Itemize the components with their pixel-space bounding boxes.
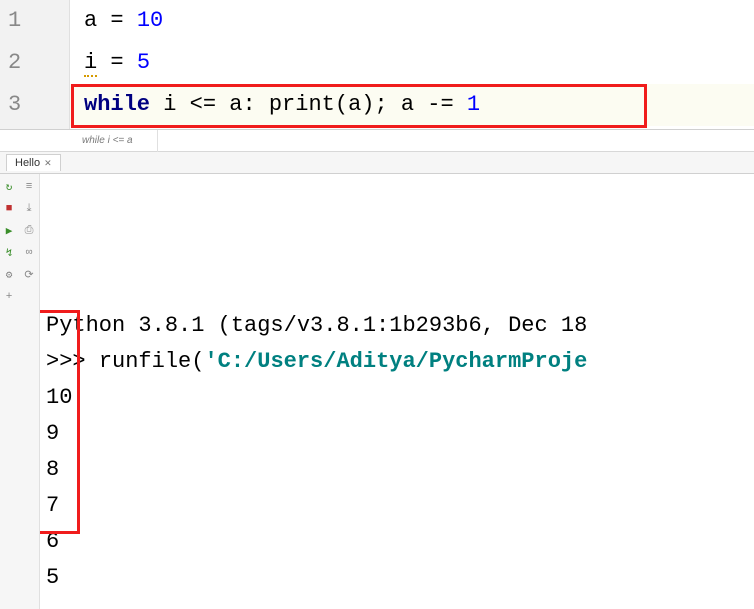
console-command: >>> runfile('C:/Users/Aditya/PycharmProj… [46,344,754,380]
console-output-line: 6 [46,524,754,560]
history-icon[interactable]: ⟳ [20,266,38,284]
code-line[interactable]: a = 10 [70,0,754,42]
close-icon[interactable]: ✕ [44,158,52,169]
code-area[interactable]: a = 10i = 5while i <= a: print(a); a -= … [70,0,754,129]
breadcrumb[interactable]: while i <= a [82,130,158,152]
code-line[interactable]: while i <= a: print(a); a -= 1 [70,84,754,126]
console-output-line: 9 [46,416,754,452]
add-icon[interactable]: + [0,288,18,306]
console-output-line: 8 [46,452,754,488]
line-number: 1 [8,0,69,42]
code-editor[interactable]: 123 a = 10i = 5while i <= a: print(a); a… [0,0,754,130]
console-output[interactable]: Python 3.8.1 (tags/v3.8.1:1b293b6, Dec 1… [40,174,754,609]
scroll-to-end-icon[interactable]: ⤓ [20,200,38,218]
line-number: 2 [8,42,69,84]
code-line[interactable]: i = 5 [70,42,754,84]
console-output-line: 5 [46,560,754,596]
console-output-line: 7 [46,488,754,524]
tab-label: Hello [15,157,40,169]
line-number-gutter: 123 [0,0,70,129]
console-toolbar: ↻≡■⤓▶⎙↯∞⚙⟳+ [0,174,40,609]
breadcrumb-bar: while i <= a [0,130,754,152]
attach-icon[interactable]: ↯ [0,244,18,262]
show-vars-icon[interactable]: ∞ [20,244,38,262]
console-panel: ↻≡■⤓▶⎙↯∞⚙⟳+ Python 3.8.1 (tags/v3.8.1:1b… [0,174,754,609]
rerun-icon[interactable]: ↻ [0,178,18,196]
toggle-soft-wrap-icon[interactable]: ≡ [20,178,38,196]
console-tab[interactable]: Hello ✕ [6,154,61,171]
console-banner: Python 3.8.1 (tags/v3.8.1:1b293b6, Dec 1… [46,308,754,344]
console-output-line: 10 [46,380,754,416]
settings-icon[interactable]: ⚙ [0,266,18,284]
line-number: 3 [8,84,69,126]
print-icon[interactable]: ⎙ [20,222,38,240]
stop-icon[interactable]: ■ [0,200,18,218]
console-tab-bar: Hello ✕ [0,152,754,174]
run-icon[interactable]: ▶ [0,222,18,240]
